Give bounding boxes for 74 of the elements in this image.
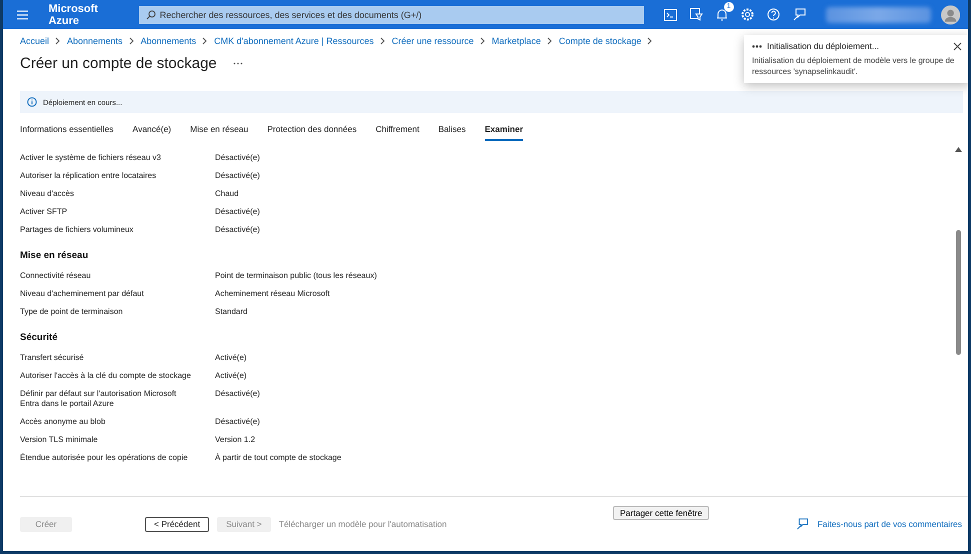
field-label: Accès anonyme au blob xyxy=(20,417,106,428)
field-label: Niveau d'acheminement par défaut xyxy=(20,289,145,300)
field-value: Activé(e) xyxy=(215,371,247,382)
field-value: Désactivé(e) xyxy=(215,153,260,164)
menu-icon[interactable] xyxy=(17,10,28,20)
field-label: Type de point de terminaison xyxy=(20,307,124,318)
field-label: Activer le système de fichiers réseau v3 xyxy=(20,153,162,164)
more-icon[interactable] xyxy=(232,62,243,64)
field-label: Partages de fichiers volumineux xyxy=(20,225,134,236)
info-icon xyxy=(27,97,37,107)
field-value: Désactivé(e) xyxy=(215,417,260,428)
toast-message: Initialisation du déploiement de modèle vers le groupe de ressources 'synapselinkaudit'. xyxy=(752,55,956,77)
brand-name[interactable]: Microsoft Azure xyxy=(48,2,129,26)
breadcrumb-link[interactable]: Créer une ressource xyxy=(392,36,474,46)
field-label: Autoriser l'accès à la clé du compte de stockage xyxy=(20,371,192,382)
field-value: Désactivé(e) xyxy=(215,225,260,236)
breadcrumb-link[interactable]: Abonnements xyxy=(67,36,123,46)
breadcrumb-link[interactable]: Accueil xyxy=(20,36,50,46)
field-label: Niveau d'accès xyxy=(20,189,75,200)
close-icon[interactable] xyxy=(953,42,962,50)
chevron-icon xyxy=(380,37,386,45)
field-label: Activer SFTP xyxy=(20,207,68,218)
settings-icon[interactable] xyxy=(740,8,754,21)
field-label: Transfert sécurisé xyxy=(20,353,85,364)
tab[interactable]: Examiner xyxy=(484,119,524,141)
help-icon[interactable] xyxy=(766,8,780,21)
tab[interactable]: Chiffrement xyxy=(376,119,428,141)
field-label: Autoriser la réplication entre locataires xyxy=(20,171,158,182)
field-value: À partir de tout compte de stockage xyxy=(215,453,342,464)
scrollbar-thumb[interactable] xyxy=(956,230,960,355)
search-icon xyxy=(146,10,156,20)
avatar-icon[interactable] xyxy=(940,4,960,24)
feedback-icon[interactable] xyxy=(796,518,810,530)
breadcrumb-link[interactable]: Marketplace xyxy=(492,36,541,46)
field-value: Chaud xyxy=(215,189,239,200)
field-value: Point de terminaison public (tous les réseaux) xyxy=(215,271,377,282)
scroll-up-icon[interactable] xyxy=(954,147,962,152)
breadcrumb-link[interactable]: CMK d'abonnement Azure | Ressources xyxy=(214,36,374,46)
field-label: Connectivité réseau xyxy=(20,271,92,282)
tab[interactable]: Balises xyxy=(438,119,475,141)
field-value: Standard xyxy=(215,307,248,318)
field-value: Désactivé(e) xyxy=(215,171,260,182)
tab[interactable]: Informations essentielles xyxy=(20,119,123,141)
feedback-link[interactable]: Faites-nous part de vos commentaires xyxy=(817,519,962,529)
tab[interactable]: Avancé(e) xyxy=(132,119,180,141)
field-value: Activé(e) xyxy=(215,353,247,364)
search-field[interactable]: Rechercher des ressources, des services et des documents (G+/) xyxy=(138,6,644,24)
bell-icon[interactable] xyxy=(716,8,728,21)
share-button[interactable]: Partager cette fenêtre xyxy=(613,506,710,520)
chevron-icon xyxy=(546,37,553,45)
field-label: Étendue autorisée pour les opérations de copie xyxy=(20,453,189,464)
chevron-icon xyxy=(128,37,135,45)
field-label: Version TLS minimale xyxy=(20,435,99,446)
chevron-icon xyxy=(647,37,654,45)
footer-button[interactable]: < Précédent xyxy=(145,516,210,532)
breadcrumb-link[interactable]: Abonnements xyxy=(140,36,196,46)
field-label: Définir par défaut sur l'autorisation Microsoft Entra dans le portail Azure xyxy=(20,389,178,410)
section-heading: Mise en réseau xyxy=(20,250,90,261)
field-value: Désactivé(e) xyxy=(215,207,260,218)
tab[interactable]: Protection des données xyxy=(267,119,366,141)
chevron-icon xyxy=(480,37,486,45)
progress-dots-icon xyxy=(752,44,762,48)
toast-title: Initialisation du déploiement... xyxy=(767,41,880,51)
section-heading: Sécurité xyxy=(20,332,58,343)
filter-icon[interactable] xyxy=(690,8,703,21)
breadcrumb-link[interactable]: Compte de stockage xyxy=(558,36,642,46)
chevron-icon xyxy=(55,37,62,45)
terminal-icon[interactable] xyxy=(664,8,677,20)
tab[interactable]: Mise en réseau xyxy=(190,119,258,141)
chevron-icon xyxy=(202,37,208,45)
page-title: Créer un compte de stockage xyxy=(20,54,217,72)
field-value: Version 1.2 xyxy=(215,435,256,446)
field-value: Acheminement réseau Microsoft xyxy=(215,289,330,300)
field-value: Désactivé(e) xyxy=(215,389,260,400)
